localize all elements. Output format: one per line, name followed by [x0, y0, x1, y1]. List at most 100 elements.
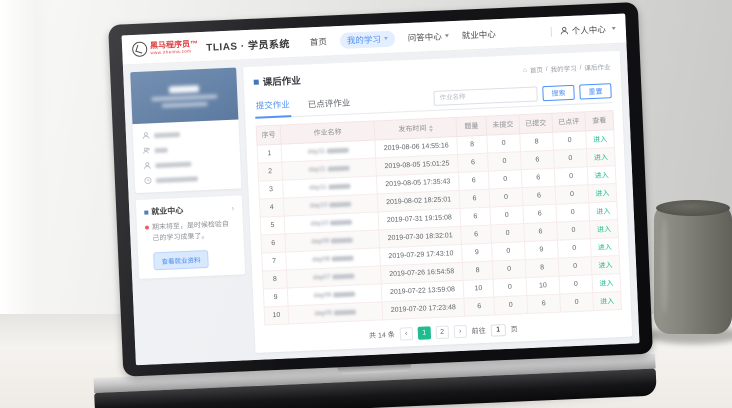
- blurred-homework-name: day05: [314, 310, 332, 318]
- cell-submitted: 6: [524, 222, 558, 241]
- enter-link[interactable]: 进入: [596, 208, 610, 216]
- tab-reviewed-homework[interactable]: 已点评作业: [306, 93, 351, 116]
- blurred-text-bar: [333, 273, 355, 279]
- profile-info-row: [144, 173, 232, 185]
- cell-submitted: 6: [521, 168, 555, 187]
- cell-reviewed: 0: [560, 293, 594, 312]
- enter-link[interactable]: 进入: [597, 226, 611, 234]
- col-header-view: 查看: [585, 111, 614, 131]
- horse-logo-icon: [132, 41, 148, 57]
- employment-header[interactable]: 就业中心 ›: [144, 203, 234, 218]
- id-card-icon: [143, 161, 151, 169]
- blurred-info-text: [155, 147, 168, 153]
- blurred-user-detail: [162, 101, 208, 107]
- cell-not-submitted: 0: [491, 242, 525, 261]
- search-button[interactable]: 搜索: [542, 85, 575, 101]
- cell-index: 2: [258, 162, 283, 181]
- brand-url: www.itheima.com: [150, 48, 198, 55]
- cell-submitted: 8: [520, 132, 554, 151]
- cell-not-submitted: 0: [489, 188, 523, 207]
- cell-count: 6: [458, 171, 489, 190]
- cell-count: 9: [462, 243, 493, 262]
- cell-not-submitted: 0: [492, 260, 526, 279]
- users-icon: [142, 146, 150, 154]
- blurred-homework-name: day11: [308, 148, 326, 156]
- enter-link[interactable]: 进入: [598, 244, 612, 252]
- sort-icon[interactable]: [428, 125, 432, 132]
- enter-link[interactable]: 进入: [599, 280, 613, 288]
- main-nav: 首页 我的学习 问答中心 就业中心: [309, 26, 496, 50]
- chevron-right-icon: ›: [231, 204, 234, 213]
- cell-action: 进入: [590, 220, 619, 239]
- tab-submit-homework[interactable]: 提交作业: [254, 94, 291, 119]
- cell-submitted: 9: [524, 240, 558, 259]
- nav-item-home[interactable]: 首页: [310, 35, 328, 48]
- col-header-reviewed: 已点评: [552, 112, 586, 132]
- enter-link[interactable]: 进入: [595, 190, 609, 198]
- employment-card: 就业中心 › 期末将至，是时候检验自己的学习成果了。 查看就业资料: [136, 195, 245, 278]
- person-icon: [560, 26, 569, 35]
- page-title: 课后作业: [262, 73, 301, 89]
- goto-label: 前往: [471, 325, 485, 336]
- cell-not-submitted: 0: [488, 152, 522, 171]
- page-button-1[interactable]: 1: [417, 326, 431, 340]
- blurred-text-bar: [329, 201, 351, 207]
- search-bar: 搜索 重置: [433, 83, 612, 110]
- chevron-down-icon: [445, 34, 449, 37]
- cell-action: 进入: [588, 184, 617, 203]
- brand-logo[interactable]: 黑马程序员™ www.itheima.com: [132, 39, 199, 57]
- user-menu[interactable]: 个人中心: [551, 22, 616, 37]
- chevron-down-icon: [612, 27, 616, 30]
- employment-note-text: 期末将至，是时候检验自己的学习成果了。: [152, 220, 236, 245]
- blurred-user-name: [169, 85, 199, 93]
- blurred-text-bar: [333, 291, 355, 297]
- enter-link[interactable]: 进入: [593, 136, 607, 144]
- cell-submitted: 6: [522, 186, 556, 205]
- breadcrumb-my-learning[interactable]: 我的学习: [550, 63, 576, 74]
- trademark-mark: ™: [190, 39, 198, 48]
- nav-item-qa-center[interactable]: 问答中心: [408, 30, 450, 44]
- cell-count: 6: [460, 207, 491, 226]
- reset-button[interactable]: 重置: [579, 83, 612, 99]
- cell-action: 进入: [589, 202, 618, 221]
- cell-reviewed: 0: [558, 257, 592, 276]
- cell-reviewed: 0: [554, 167, 588, 186]
- enter-link[interactable]: 进入: [595, 172, 609, 180]
- profile-header: [130, 68, 238, 125]
- blurred-homework-name: day11: [308, 166, 326, 174]
- next-page-button[interactable]: ›: [453, 325, 467, 339]
- enter-link[interactable]: 进入: [600, 298, 614, 306]
- cell-index: 7: [262, 252, 287, 271]
- cell-count: 8: [462, 261, 493, 280]
- breadcrumb-home[interactable]: 首页: [530, 64, 543, 75]
- enter-link[interactable]: 进入: [594, 154, 608, 162]
- blurred-homework-name: day07: [313, 274, 331, 282]
- page-button-2[interactable]: 2: [435, 326, 449, 340]
- breadcrumb: ⌂ 首页 / 我的学习 / 课后作业: [523, 61, 611, 75]
- goto-page-input[interactable]: [490, 324, 506, 337]
- sidebar: 就业中心 › 期末将至，是时候检验自己的学习成果了。 查看就业资料: [130, 68, 248, 358]
- blurred-homework-name: day10: [310, 220, 328, 228]
- cell-action: 进入: [586, 148, 615, 167]
- goto-unit-label: 页: [510, 324, 517, 334]
- laptop: 黑马程序员™ www.itheima.com TLIAS · 学员系统 首页 我…: [0, 0, 732, 408]
- cell-action: 进入: [592, 273, 621, 292]
- nav-item-my-learning-label: 我的学习: [347, 33, 382, 46]
- cell-index: 1: [257, 144, 282, 163]
- cell-date: 2019-07-20 17:23:48: [382, 298, 465, 320]
- cell-not-submitted: 0: [493, 278, 527, 297]
- cell-not-submitted: 0: [491, 224, 525, 243]
- blurred-text-bar: [328, 183, 350, 189]
- nav-item-job-center[interactable]: 就业中心: [461, 28, 496, 41]
- enter-link[interactable]: 进入: [598, 262, 612, 270]
- blurred-text-bar: [328, 165, 350, 171]
- view-employment-info-button[interactable]: 查看就业资料: [153, 250, 209, 270]
- cell-not-submitted: 0: [494, 296, 528, 315]
- prev-page-button[interactable]: ‹: [399, 327, 413, 341]
- cell-reviewed: 0: [554, 149, 588, 168]
- homework-name-input[interactable]: [433, 86, 538, 106]
- cell-index: 10: [264, 306, 289, 325]
- blurred-homework-name: day10: [310, 202, 328, 210]
- profile-info-row: [143, 158, 231, 170]
- nav-item-my-learning[interactable]: 我的学习: [339, 30, 395, 48]
